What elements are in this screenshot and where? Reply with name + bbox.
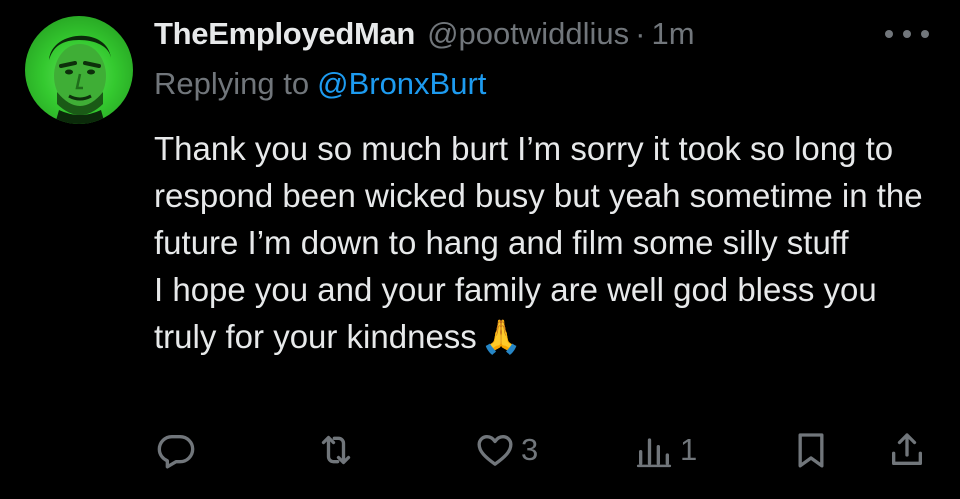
like-button[interactable]: 3 (475, 424, 538, 476)
tweet: TheEmployedMan @pootwiddlius · 1m Replyi… (0, 0, 960, 499)
heart-icon (477, 435, 513, 466)
repost-arrows-icon (321, 435, 351, 465)
share-button[interactable] (887, 424, 927, 476)
more-dot (885, 30, 893, 38)
replying-to-line: Replying to @BronxBurt (154, 62, 486, 106)
separator-dot: · (635, 16, 646, 51)
share-icon (892, 433, 922, 465)
display-name[interactable]: TheEmployedMan (154, 16, 415, 52)
avatar-portrait-icon (49, 35, 111, 124)
views-button[interactable]: 1 (634, 424, 697, 476)
views-count: 1 (680, 432, 698, 467)
avatar[interactable] (25, 16, 133, 124)
reply-bubble-icon (157, 435, 195, 469)
tweet-header: TheEmployedMan @pootwiddlius · 1m (154, 12, 695, 56)
tweet-paragraph-2: I hope you and your family are well god … (154, 266, 934, 360)
like-count: 3 (521, 432, 539, 467)
bookmark-icon (798, 433, 824, 468)
bookmark-button[interactable] (791, 424, 831, 476)
more-dots-icon[interactable] (885, 22, 929, 46)
views-bars-icon (636, 438, 672, 468)
mention-link[interactable]: @BronxBurt (317, 66, 486, 102)
reply-button[interactable] (156, 424, 202, 476)
praying-hands-emoji: 🙏 (480, 317, 522, 356)
replying-to-label: Replying to (154, 66, 310, 101)
action-bar: 3 1 (0, 424, 960, 476)
user-handle[interactable]: @pootwiddlius (427, 16, 629, 52)
more-dot (903, 30, 911, 38)
more-dot (921, 30, 929, 38)
timestamp[interactable]: 1m (651, 16, 694, 52)
repost-button[interactable] (316, 424, 362, 476)
tweet-paragraph: Thank you so much burt I’m sorry it took… (154, 130, 923, 261)
tweet-text: Thank you so much burt I’m sorry it took… (154, 125, 934, 360)
